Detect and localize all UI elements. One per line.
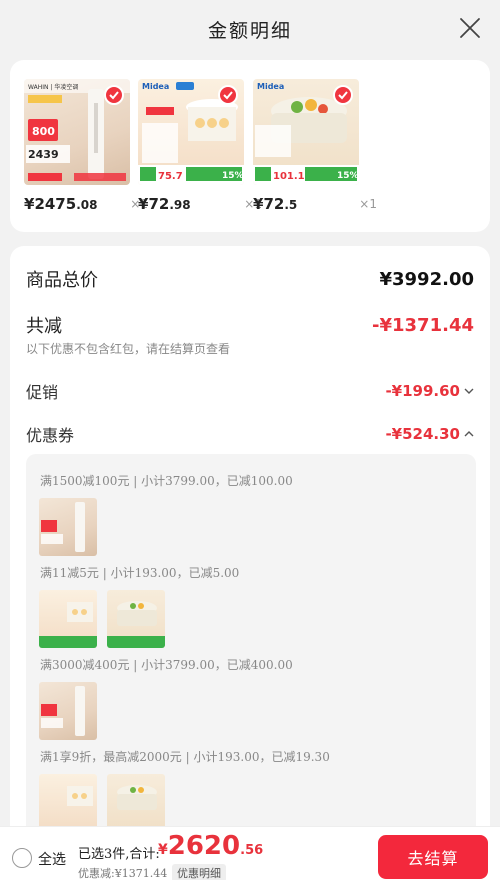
coupon-product-thumb [39, 498, 97, 556]
chevron-up-icon[interactable] [464, 430, 474, 438]
product-price: ¥ 72 .98 ×1 [138, 195, 262, 213]
product-price: ¥ 72 .5 ×1 [253, 195, 377, 213]
svg-text:WAHIN | 华凌空调: WAHIN | 华凌空调 [28, 83, 78, 91]
total-decimal: .56 [240, 843, 264, 858]
page-title: 金额明细 [207, 19, 292, 42]
coupon-product-thumb [107, 590, 165, 648]
coupon-group-title: 满3000减400元 | 小计3799.00，已减400.00 [40, 658, 293, 672]
coupon-group-title: 满1享9折，最高减2000元 | 小计193.00，已减19.30 [40, 750, 330, 764]
checked-icon[interactable] [104, 85, 124, 105]
coupon-amount: -¥524.30 [385, 425, 460, 443]
checkout-button[interactable]: 去结算 [378, 835, 488, 879]
product-item[interactable]: Midea 101.19 15% ¥ 72 .5 ×1 [253, 79, 377, 213]
coupon-product-thumb [107, 774, 165, 832]
svg-text:75.7: 75.7 [158, 171, 183, 182]
coupon-label: 优惠券 [26, 426, 75, 445]
promo-label: 促销 [26, 383, 59, 402]
total-integer: 2620 [167, 831, 241, 861]
select-all-label[interactable]: 全选 [38, 849, 66, 869]
price-decimal: .98 [169, 198, 191, 212]
total-currency: ¥ [158, 842, 168, 858]
svg-text:15%: 15% [337, 171, 359, 181]
order-total: ¥2620.56 [158, 831, 263, 861]
product-price: ¥ 2475 .08 ×1 [24, 195, 148, 213]
coupon-group-title: 满1500减100元 | 小计3799.00，已减100.00 [40, 474, 293, 488]
promo-row[interactable]: 促销 -¥199.60 [26, 379, 474, 403]
coupon-group-title: 满11减5元 | 小计193.00，已减5.00 [40, 566, 240, 580]
header: 金额明细 [0, 0, 500, 58]
svg-text:Midea: Midea [142, 82, 169, 91]
reduce-row: 共减 -¥1371.44 [26, 312, 474, 338]
product-image[interactable]: Midea 101.19 15% [253, 79, 359, 185]
checked-icon[interactable] [218, 85, 238, 105]
promo-value: -¥199.60 [385, 382, 474, 400]
discount-summary: 优惠减:¥1371.44 [78, 867, 168, 880]
svg-text:Midea: Midea [257, 82, 284, 91]
selected-summary: 已选3件,合计: [78, 847, 160, 862]
product-image[interactable]: WAHIN | 华凌空调 800 2439 [24, 79, 130, 185]
reduce-value: -¥1371.44 [372, 314, 474, 336]
product-item[interactable]: Midea 75.7 15% ¥ 72 .98 ×1 [138, 79, 262, 213]
checkout-bar: 全选 已选3件,合计: ¥2620.56 优惠减:¥1371.44 优惠明细 去… [0, 826, 500, 880]
product-quantity: ×1 [359, 197, 377, 211]
discount-detail-button[interactable]: 优惠明细 [172, 864, 226, 880]
svg-text:2439: 2439 [28, 148, 59, 161]
price-detail-panel: 商品总价 ¥3992.00 共减 -¥1371.44 以下优惠不包含红包，请在结… [10, 246, 490, 880]
price-currency: ¥ [138, 195, 149, 213]
total-price-value: ¥3992.00 [379, 268, 474, 290]
svg-text:15%: 15% [222, 171, 244, 181]
coupon-value: -¥524.30 [385, 425, 474, 443]
price-decimal: .5 [284, 198, 298, 212]
select-all-radio[interactable] [12, 848, 32, 868]
price-integer: 72 [263, 195, 285, 213]
coupon-product-thumb [39, 682, 97, 740]
checked-icon[interactable] [333, 85, 353, 105]
price-currency: ¥ [253, 195, 264, 213]
coupon-product-thumb [39, 774, 97, 832]
product-image[interactable]: Midea 75.7 15% [138, 79, 244, 185]
total-price-row: 商品总价 ¥3992.00 [26, 266, 474, 292]
reduce-label: 共减 [26, 316, 62, 337]
price-decimal: .08 [76, 198, 98, 212]
coupon-row[interactable]: 优惠券 -¥524.30 [26, 422, 474, 446]
promo-amount: -¥199.60 [385, 382, 460, 400]
total-price-label: 商品总价 [26, 270, 98, 291]
close-icon[interactable] [458, 16, 482, 40]
price-integer: 2475 [34, 195, 77, 213]
price-currency: ¥ [24, 195, 35, 213]
coupon-breakdown: 满1500减100元 | 小计3799.00，已减100.00 满11减5元 |… [26, 454, 476, 874]
coupon-product-thumb [39, 590, 97, 648]
product-item[interactable]: WAHIN | 华凌空调 800 2439 ¥ 2475 .08 ×1 [24, 79, 148, 213]
discount-note: 以下优惠不包含红包，请在结算页查看 [26, 342, 231, 356]
selected-products: WAHIN | 华凌空调 800 2439 ¥ 2475 .08 ×1 Mide… [10, 60, 490, 232]
price-integer: 72 [148, 195, 170, 213]
svg-text:800: 800 [32, 125, 55, 138]
chevron-down-icon[interactable] [464, 387, 474, 395]
